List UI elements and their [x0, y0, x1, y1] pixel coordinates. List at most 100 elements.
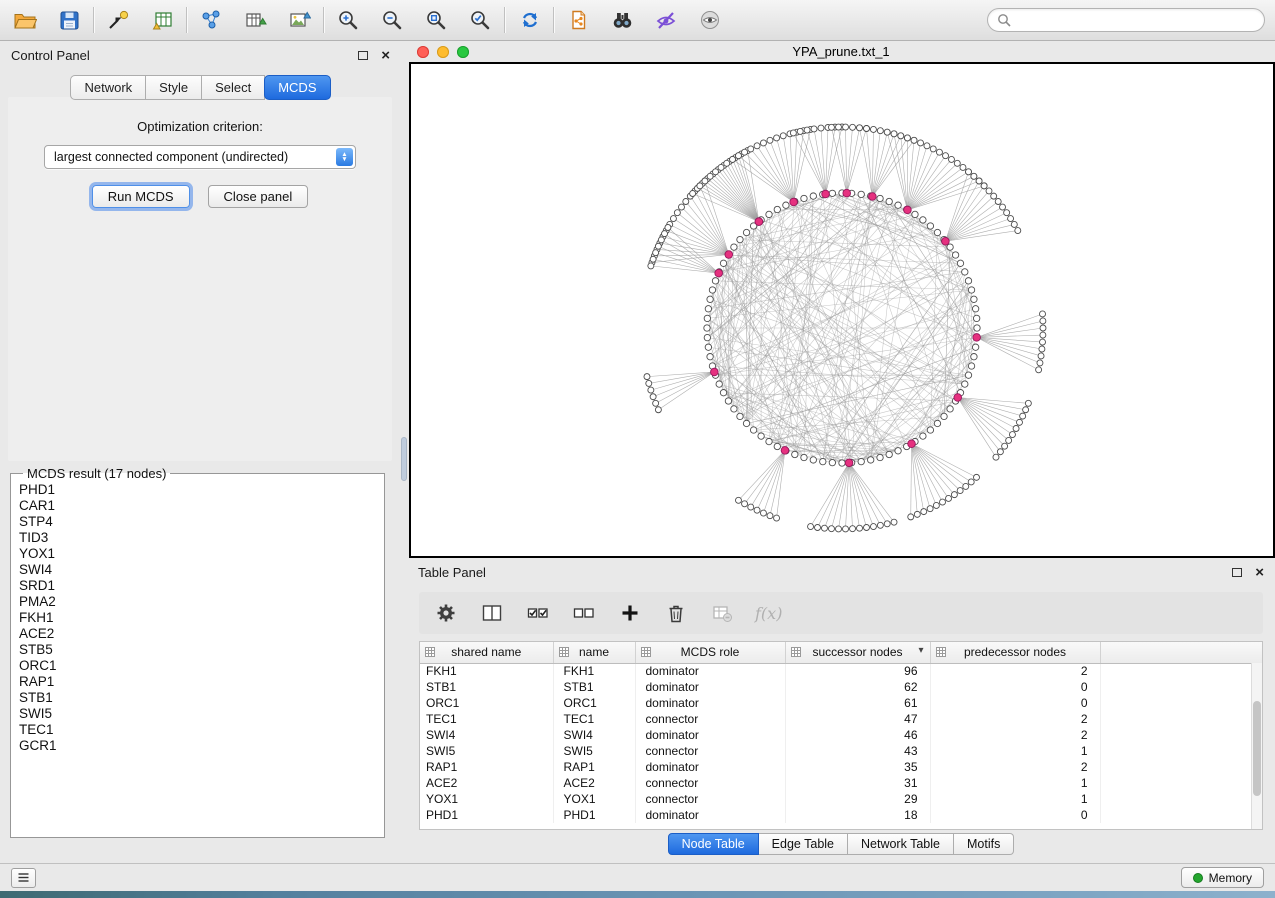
ring-node[interactable] — [737, 413, 743, 419]
leaf-node[interactable] — [904, 135, 910, 141]
ring-node[interactable] — [867, 457, 873, 463]
find-network-button[interactable] — [607, 5, 637, 35]
mcds-node[interactable] — [755, 218, 763, 226]
leaf-node[interactable] — [997, 449, 1003, 455]
ring-node[interactable] — [877, 195, 883, 201]
leaf-node[interactable] — [884, 129, 890, 135]
leaf-node[interactable] — [943, 153, 949, 159]
table-row[interactable]: ACE2ACE2connector311 — [420, 775, 1262, 791]
ring-node[interactable] — [731, 244, 737, 250]
leaf-node[interactable] — [707, 173, 713, 179]
ring-node[interactable] — [972, 306, 978, 312]
leaf-node[interactable] — [1040, 318, 1046, 324]
zoom-selected-button[interactable] — [465, 5, 495, 35]
ring-node[interactable] — [766, 211, 772, 217]
tab-mcds[interactable]: MCDS — [264, 75, 330, 100]
leaf-node[interactable] — [1020, 413, 1026, 419]
ring-node[interactable] — [720, 260, 726, 266]
leaf-node[interactable] — [1040, 311, 1046, 317]
leaf-node[interactable] — [702, 178, 708, 184]
leaf-node[interactable] — [981, 183, 987, 189]
leaf-node[interactable] — [1040, 325, 1046, 331]
mcds-node[interactable] — [715, 269, 723, 277]
leaf-node[interactable] — [662, 231, 668, 237]
ring-node[interactable] — [858, 458, 864, 464]
ring-node[interactable] — [731, 406, 737, 412]
leaf-node[interactable] — [650, 394, 656, 400]
leaf-node[interactable] — [877, 522, 883, 528]
leaf-node[interactable] — [748, 146, 754, 152]
leaf-node[interactable] — [898, 133, 904, 139]
tab-node-table[interactable]: Node Table — [668, 833, 759, 855]
ring-node[interactable] — [792, 451, 798, 457]
ring-node[interactable] — [971, 353, 977, 359]
ring-node[interactable] — [720, 389, 726, 395]
mcds-result-item[interactable]: SWI4 — [19, 562, 382, 578]
ring-node[interactable] — [927, 427, 933, 433]
show-overlay-button[interactable] — [695, 5, 725, 35]
table-scrollbar-thumb[interactable] — [1253, 701, 1261, 796]
leaf-node[interactable] — [811, 126, 817, 132]
leaf-node[interactable] — [973, 474, 979, 480]
leaf-node[interactable] — [1000, 204, 1006, 210]
memory-button[interactable]: Memory — [1181, 867, 1264, 888]
ring-node[interactable] — [709, 287, 715, 293]
show-column-button[interactable] — [479, 600, 505, 626]
leaf-node[interactable] — [930, 146, 936, 152]
leaf-node[interactable] — [648, 387, 654, 393]
ring-node[interactable] — [820, 458, 826, 464]
mcds-node[interactable] — [781, 447, 789, 455]
leaf-node[interactable] — [891, 131, 897, 137]
ring-node[interactable] — [886, 198, 892, 204]
save-session-button[interactable] — [54, 5, 84, 35]
table-scrollbar[interactable] — [1251, 663, 1262, 829]
leaf-node[interactable] — [646, 380, 652, 386]
leaf-node[interactable] — [951, 492, 957, 498]
leaf-node[interactable] — [724, 160, 730, 166]
mcds-result-item[interactable]: TEC1 — [19, 722, 382, 738]
mcds-node[interactable] — [822, 190, 830, 198]
column-header-predecessor-nodes[interactable]: predecessor nodes — [930, 642, 1100, 663]
network-graph[interactable] — [411, 64, 1273, 554]
leaf-node[interactable] — [1040, 339, 1046, 345]
run-mcds-button[interactable]: Run MCDS — [92, 185, 190, 208]
mcds-result-item[interactable]: ACE2 — [19, 626, 382, 642]
ring-node[interactable] — [707, 353, 713, 359]
mcds-node[interactable] — [725, 251, 733, 259]
leaf-node[interactable] — [940, 499, 946, 505]
column-header-successor-nodes[interactable]: successor nodes▾ — [785, 642, 930, 663]
ring-node[interactable] — [895, 448, 901, 454]
ring-node[interactable] — [952, 252, 958, 258]
leaf-node[interactable] — [655, 407, 661, 413]
leaf-node[interactable] — [1038, 353, 1044, 359]
leaf-node[interactable] — [1016, 419, 1022, 425]
leaf-node[interactable] — [1013, 426, 1019, 432]
ring-node[interactable] — [705, 306, 711, 312]
leaf-node[interactable] — [718, 164, 724, 170]
ring-node[interactable] — [810, 193, 816, 199]
leaf-node[interactable] — [963, 483, 969, 489]
close-table-panel-icon[interactable]: × — [1255, 565, 1264, 580]
tab-motifs[interactable]: Motifs — [954, 833, 1014, 855]
leaf-node[interactable] — [735, 153, 741, 159]
table-row[interactable]: TEC1TEC1connector472 — [420, 711, 1262, 727]
leaf-node[interactable] — [1011, 221, 1017, 227]
float-panel-icon[interactable] — [1232, 568, 1242, 577]
leaf-node[interactable] — [730, 156, 736, 162]
add-row-button[interactable] — [617, 600, 643, 626]
leaf-node[interactable] — [790, 130, 796, 136]
leaf-node[interactable] — [918, 140, 924, 146]
ring-node[interactable] — [968, 287, 974, 293]
leaf-node[interactable] — [1004, 210, 1010, 216]
mcds-node[interactable] — [845, 459, 853, 467]
ring-node[interactable] — [968, 363, 974, 369]
zoom-fit-button[interactable] — [421, 5, 451, 35]
leaf-node[interactable] — [850, 124, 856, 130]
export-table-button[interactable] — [240, 5, 270, 35]
optimization-criterion-select[interactable]: largest connected component (undirected)… — [44, 145, 356, 169]
ring-node[interactable] — [774, 206, 780, 212]
mcds-node[interactable] — [711, 368, 719, 376]
tab-network[interactable]: Network — [70, 75, 146, 100]
leaf-node[interactable] — [933, 502, 939, 508]
ring-node[interactable] — [766, 438, 772, 444]
